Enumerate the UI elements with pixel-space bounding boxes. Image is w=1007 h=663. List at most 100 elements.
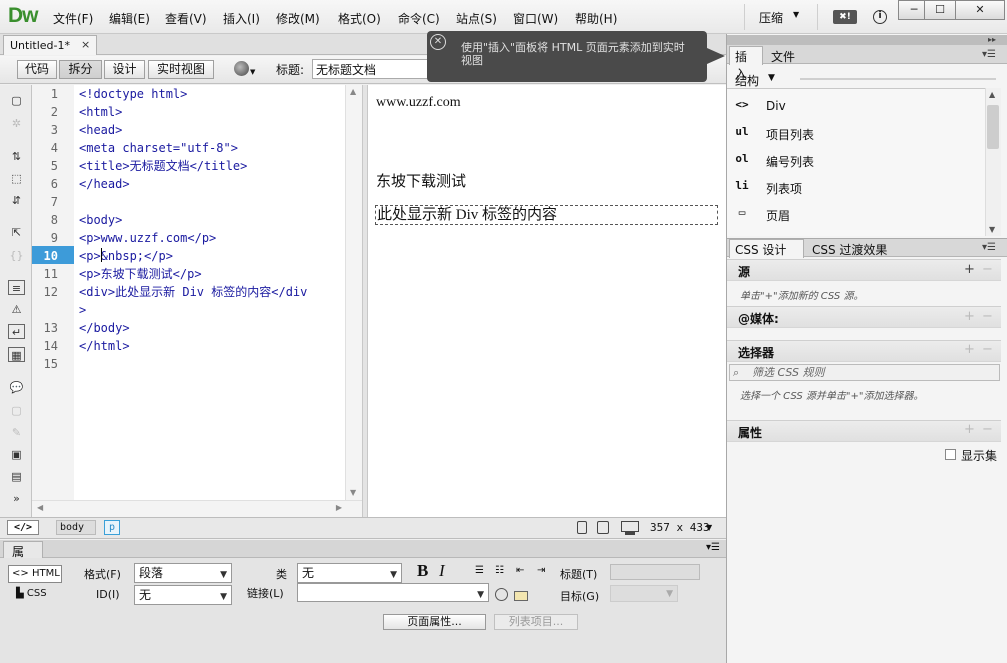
css-mode-button[interactable]: ▙ CSS	[16, 588, 47, 599]
chevron-down-icon[interactable]: ▼	[793, 10, 799, 19]
unordered-list-icon[interactable]: ☰	[475, 565, 489, 577]
insert-item-label[interactable]: 列表项	[766, 180, 802, 197]
menu-edit[interactable]: 编辑(E)	[109, 10, 150, 27]
tag-selector-button[interactable]: </>	[7, 520, 39, 535]
close-window-button[interactable]: ✕	[955, 0, 1005, 20]
code-line[interactable]: <html>	[79, 103, 122, 121]
page-properties-button[interactable]: 页面属性...	[383, 614, 486, 630]
code-horizontal-scrollbar[interactable]: ◀ ▶	[32, 500, 362, 517]
browse-folder-icon[interactable]	[514, 591, 528, 601]
title-input[interactable]: 无标题文档	[312, 59, 428, 79]
bold-button[interactable]: B	[417, 561, 428, 581]
menu-modify[interactable]: 修改(M)	[276, 10, 320, 27]
recent-snippets-icon[interactable]: ▣	[8, 447, 25, 462]
split-view-button[interactable]: 拆分	[59, 60, 102, 79]
info-icon[interactable]: i	[873, 10, 887, 24]
window-size-readout[interactable]: 357 x 433	[650, 521, 710, 534]
design-div-block[interactable]: 此处显示新 Div 标签的内容	[375, 205, 718, 225]
close-icon[interactable]: ✕	[430, 34, 446, 50]
insert-item-label[interactable]: 项目列表	[766, 126, 814, 143]
insert-item-label[interactable]: 页眉	[766, 207, 790, 224]
code-line[interactable]: <title>无标题文档</title>	[79, 157, 247, 175]
collapse-panels-icon[interactable]: ▸▸	[988, 35, 996, 44]
panel-menu-icon[interactable]: ▾☰	[706, 542, 720, 553]
design-paragraph[interactable]: 东坡下载测试	[376, 170, 466, 191]
code-line[interactable]: <p>www.uzzf.com</p>	[79, 229, 216, 247]
move-css-icon[interactable]: ▤	[8, 469, 25, 484]
insert-item-label[interactable]: 编号列表	[766, 153, 814, 170]
code-line[interactable]: <body>	[79, 211, 122, 229]
collapse-selection-icon[interactable]: ⬚	[8, 171, 25, 186]
tab-css-designer[interactable]: CSS 设计器	[729, 239, 804, 274]
tab-files[interactable]: 文件	[771, 48, 795, 65]
code-vertical-scrollbar[interactable]: ▲ ▼	[345, 85, 362, 500]
select-parent-tag-icon[interactable]: ⇱	[8, 225, 25, 240]
highlight-invalid-code-icon[interactable]: ⚠	[8, 302, 25, 317]
ordered-list-icon[interactable]: ☷	[495, 565, 509, 577]
menu-commands[interactable]: 命令(C)	[398, 10, 440, 27]
tab-css-transitions[interactable]: CSS 过渡效果	[812, 241, 887, 258]
globe-icon[interactable]	[234, 61, 249, 76]
show-set-checkbox[interactable]	[945, 449, 956, 460]
filter-css-rules-input[interactable]: 筛选 CSS 规则	[729, 364, 1000, 381]
panel-menu-icon[interactable]: ▾☰	[982, 242, 996, 253]
code-line[interactable]: <head>	[79, 121, 122, 139]
menu-window[interactable]: 窗口(W)	[513, 10, 558, 27]
panel-menu-icon[interactable]: ▾☰	[982, 49, 996, 60]
open-documents-icon[interactable]: ▢	[8, 93, 25, 108]
code-line[interactable]: <p>东坡下载测试</p>	[79, 265, 202, 283]
tablet-size-icon[interactable]	[597, 521, 609, 534]
id-select[interactable]: 无 ▼	[134, 585, 232, 605]
menu-site[interactable]: 站点(S)	[456, 10, 497, 27]
italic-button[interactable]: I	[439, 561, 445, 581]
code-line[interactable]: >	[79, 301, 86, 319]
menu-file[interactable]: 文件(F)	[53, 10, 93, 27]
sync-settings-icon[interactable]: ✖!	[833, 10, 857, 24]
breadcrumb-body[interactable]: body	[56, 520, 96, 535]
menu-view[interactable]: 查看(V)	[165, 10, 207, 27]
collapse-full-tag-icon[interactable]: ⇅	[8, 149, 25, 164]
insert-category[interactable]: 结构	[735, 72, 759, 89]
indent-icon[interactable]: ⇥	[537, 565, 551, 577]
code-line[interactable]: <!doctype html>	[79, 85, 187, 103]
desktop-size-icon[interactable]	[621, 521, 639, 532]
live-view-button[interactable]: 实时视图	[148, 60, 214, 79]
close-icon[interactable]: ×	[81, 38, 90, 51]
link-input[interactable]: ▼	[297, 583, 489, 602]
code-line[interactable]: </head>	[79, 175, 130, 193]
class-select[interactable]: 无 ▼	[297, 563, 402, 583]
code-line[interactable]: </body>	[79, 319, 130, 337]
design-paragraph[interactable]: www.uzzf.com	[376, 95, 461, 111]
add-source-icon[interactable]: +	[964, 262, 975, 277]
outdent-icon[interactable]: ⇤	[516, 565, 530, 577]
code-line[interactable]: </html>	[79, 337, 130, 355]
expand-all-icon[interactable]: ⇵	[8, 193, 25, 208]
dock-grip[interactable]	[727, 35, 1007, 45]
code-view-button[interactable]: 代码	[17, 60, 57, 79]
properties-tab[interactable]: 属性	[3, 541, 43, 576]
code-line[interactable]: <p>&nbsp;</p>	[79, 247, 173, 265]
point-to-file-icon[interactable]	[495, 588, 508, 601]
code-line[interactable]: <meta charset="utf-8">	[79, 139, 238, 157]
chevron-down-icon[interactable]: ▼	[768, 73, 775, 83]
scrollbar-thumb[interactable]	[987, 105, 999, 149]
workspace-switcher[interactable]: 压缩	[759, 9, 783, 26]
syntax-coloring-icon[interactable]: ▦	[8, 347, 25, 362]
code-line[interactable]: <div>此处显示新 Div 标签的内容</div	[79, 283, 307, 301]
design-view-button[interactable]: 设计	[104, 60, 145, 79]
title-attr-input[interactable]	[610, 564, 700, 580]
menu-format[interactable]: 格式(O)	[338, 10, 381, 27]
maximize-button[interactable]: ☐	[924, 0, 956, 20]
more-tools-icon[interactable]: »	[8, 491, 25, 506]
format-select[interactable]: 段落 ▼	[134, 563, 232, 583]
chevron-down-icon[interactable]: ▼	[706, 523, 712, 532]
menu-insert[interactable]: 插入(I)	[223, 10, 260, 27]
insert-item-label[interactable]: Div	[766, 99, 786, 113]
apply-comment-icon[interactable]: 💬	[8, 380, 25, 395]
chevron-down-icon[interactable]: ▼	[250, 68, 255, 76]
breadcrumb-p[interactable]: p	[104, 520, 120, 535]
html-mode-button[interactable]: <> HTML	[8, 565, 62, 583]
menu-help[interactable]: 帮助(H)	[575, 10, 617, 27]
word-wrap-icon[interactable]: ↵	[8, 324, 25, 339]
mobile-size-icon[interactable]	[577, 521, 587, 534]
